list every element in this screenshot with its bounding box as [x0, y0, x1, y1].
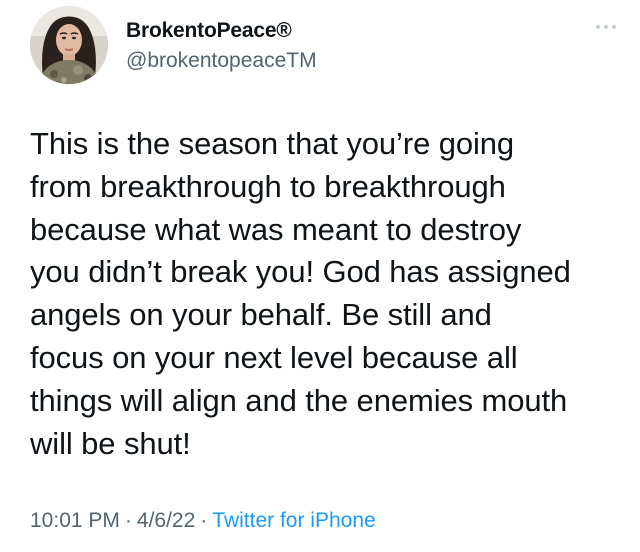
avatar[interactable] [30, 6, 108, 84]
meta-separator: · [200, 509, 208, 532]
tweet-text: This is the season that you’re going fro… [30, 126, 571, 461]
tweet-card: BrokentoPeace® @brokentopeaceTM This is … [0, 0, 640, 552]
author-display-name[interactable]: BrokentoPeace® [126, 18, 292, 44]
more-dots-icon[interactable] [594, 20, 618, 34]
tweet-meta: 10:01 PM · 4/6/22 · Twitter for iPhone [30, 507, 376, 535]
tweet-time[interactable]: 10:01 PM [30, 509, 120, 532]
tweet-date[interactable]: 4/6/22 [137, 509, 195, 532]
author-handle[interactable]: @brokentopeaceTM [126, 48, 317, 74]
meta-separator: · [124, 509, 132, 532]
avatar-photo [30, 6, 108, 84]
tweet-source-link[interactable]: Twitter for iPhone [212, 509, 375, 532]
